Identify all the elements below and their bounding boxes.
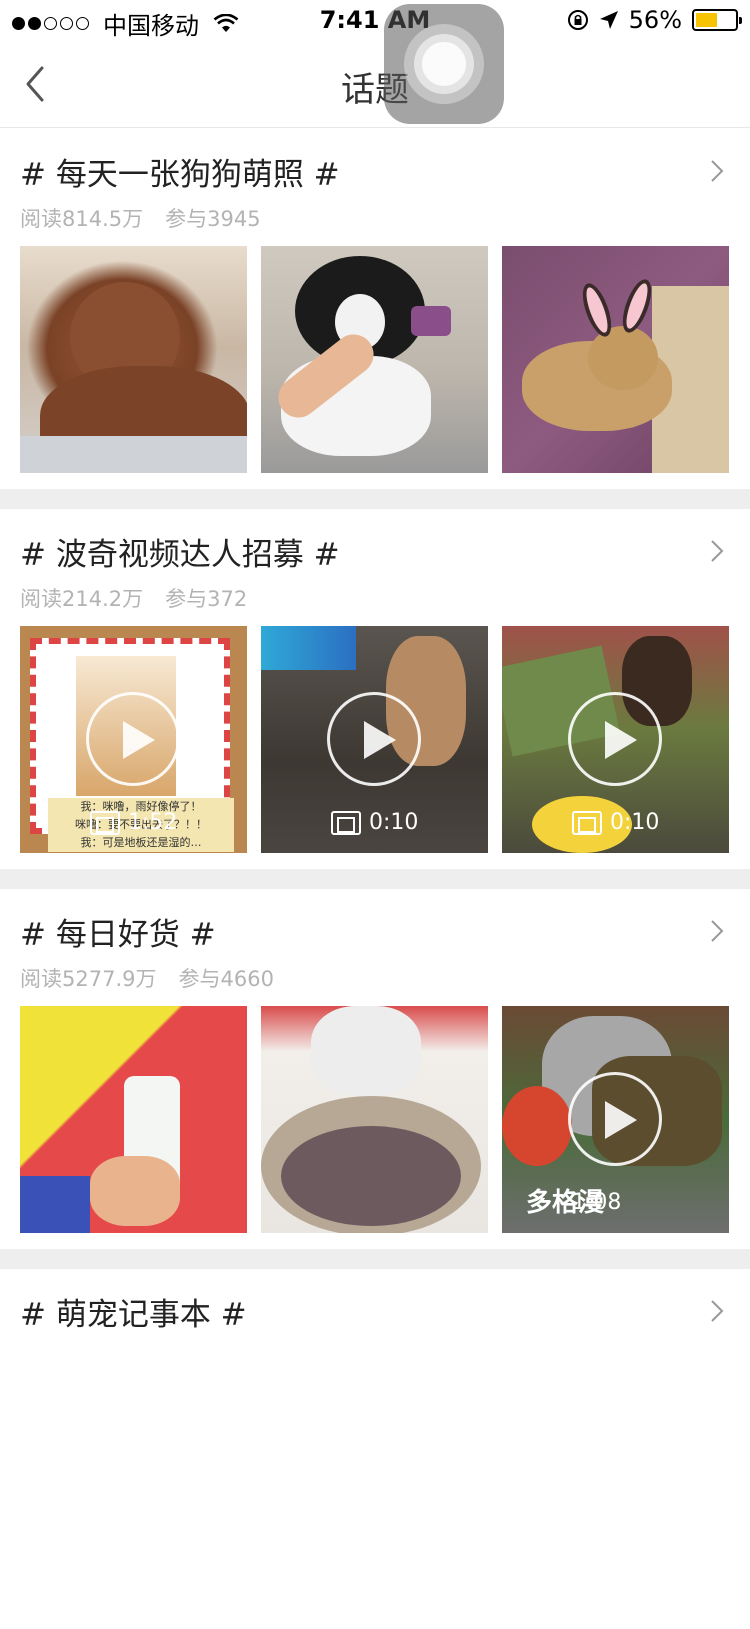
video-duration: 1:52: [90, 810, 177, 835]
status-right: 56%: [567, 6, 742, 34]
topic-list: # 每天一张狗狗萌照 # 阅读814.5万 参与3945 # 波奇视频达人招募 …: [0, 129, 750, 1629]
photo-foam-bottle[interactable]: [20, 1006, 247, 1233]
chevron-right-icon[interactable]: [710, 919, 724, 943]
thumbnail-row: 多格漫 1:08: [20, 1006, 729, 1233]
video-puppy-pikachu[interactable]: 0:10: [502, 626, 729, 853]
battery-icon: [692, 9, 742, 31]
chevron-right-icon[interactable]: [710, 159, 724, 183]
photo-dog-bunny-ears[interactable]: [502, 246, 729, 473]
topic-card[interactable]: # 每日好货 # 阅读5277.9万 参与4660 多格漫 1:08: [0, 889, 750, 1249]
participant-count: 参与4660: [178, 967, 274, 991]
duration-label: 0:10: [369, 810, 419, 835]
video-pomeranian-postcard[interactable]: 我：咪噜，雨好像停了！ 咪噜：要不要出去了？！！ 我：可是地板还是湿的… 1:5…: [20, 626, 247, 853]
read-count: 阅读5277.9万: [20, 967, 157, 991]
orientation-lock-icon: [567, 10, 588, 30]
duration-label: 1:08: [572, 1190, 622, 1215]
section-divider: [0, 1249, 750, 1269]
chevron-right-icon[interactable]: [710, 1299, 724, 1323]
photo-poodle-black-white[interactable]: [261, 246, 488, 473]
topic-stats: 阅读5277.9万 参与4660: [20, 963, 274, 993]
topic-card[interactable]: # 萌宠记事本 #: [0, 1269, 750, 1629]
nav-bar: 话题: [0, 40, 750, 128]
play-icon[interactable]: [568, 1072, 662, 1166]
topic-card[interactable]: # 波奇视频达人招募 # 阅读214.2万 参与372 我：咪噜，雨好像停了！ …: [0, 509, 750, 869]
read-count: 阅读214.2万: [20, 587, 144, 611]
chevron-right-icon[interactable]: [710, 539, 724, 563]
topic-stats: 阅读814.5万 参与3945: [20, 203, 261, 233]
play-icon[interactable]: [86, 692, 180, 786]
duration-label: 0:10: [610, 810, 660, 835]
read-count: 阅读814.5万: [20, 207, 144, 231]
topic-card[interactable]: # 每天一张狗狗萌照 # 阅读814.5万 参与3945: [0, 129, 750, 489]
location-arrow-icon: [599, 11, 618, 29]
video-duration: 0:10: [331, 810, 418, 835]
participant-count: 参与372: [165, 587, 248, 611]
photo-dog-food-bowl[interactable]: [261, 1006, 488, 1233]
section-divider: [0, 869, 750, 889]
page-title: 话题: [341, 70, 409, 110]
topic-title: # 萌宠记事本 #: [20, 1297, 247, 1333]
assistive-touch-button[interactable]: [384, 4, 504, 124]
participant-count: 参与3945: [165, 207, 261, 231]
topic-title: # 每日好货 #: [20, 917, 216, 953]
photo-poodle-brown[interactable]: [20, 246, 247, 473]
tv-icon: [331, 810, 361, 835]
battery-percent: 56%: [628, 6, 682, 34]
video-poodle-sofa[interactable]: 0:10: [261, 626, 488, 853]
thumbnail-row: [20, 246, 729, 473]
battery-level: [696, 13, 718, 27]
section-divider: [0, 489, 750, 509]
status-bar: 中国移动 7:41 AM 56%: [0, 0, 750, 40]
play-icon[interactable]: [568, 692, 662, 786]
duration-label: 1:52: [128, 810, 178, 835]
video-caption: 我：可是地板还是湿的…: [48, 834, 234, 852]
play-icon[interactable]: [327, 692, 421, 786]
video-cat-harness[interactable]: 多格漫 1:08: [502, 1006, 729, 1233]
topic-stats: 阅读214.2万 参与372: [20, 583, 247, 613]
video-duration: 0:10: [572, 810, 659, 835]
topic-title: # 波奇视频达人招募 #: [20, 537, 340, 573]
video-duration: 1:08: [572, 1190, 621, 1215]
tv-icon: [572, 810, 602, 835]
thumbnail-row: 我：咪噜，雨好像停了！ 咪噜：要不要出去了？！！ 我：可是地板还是湿的… 1:5…: [20, 626, 729, 853]
topic-title: # 每天一张狗狗萌照 #: [20, 157, 340, 193]
tv-icon: [90, 810, 120, 835]
